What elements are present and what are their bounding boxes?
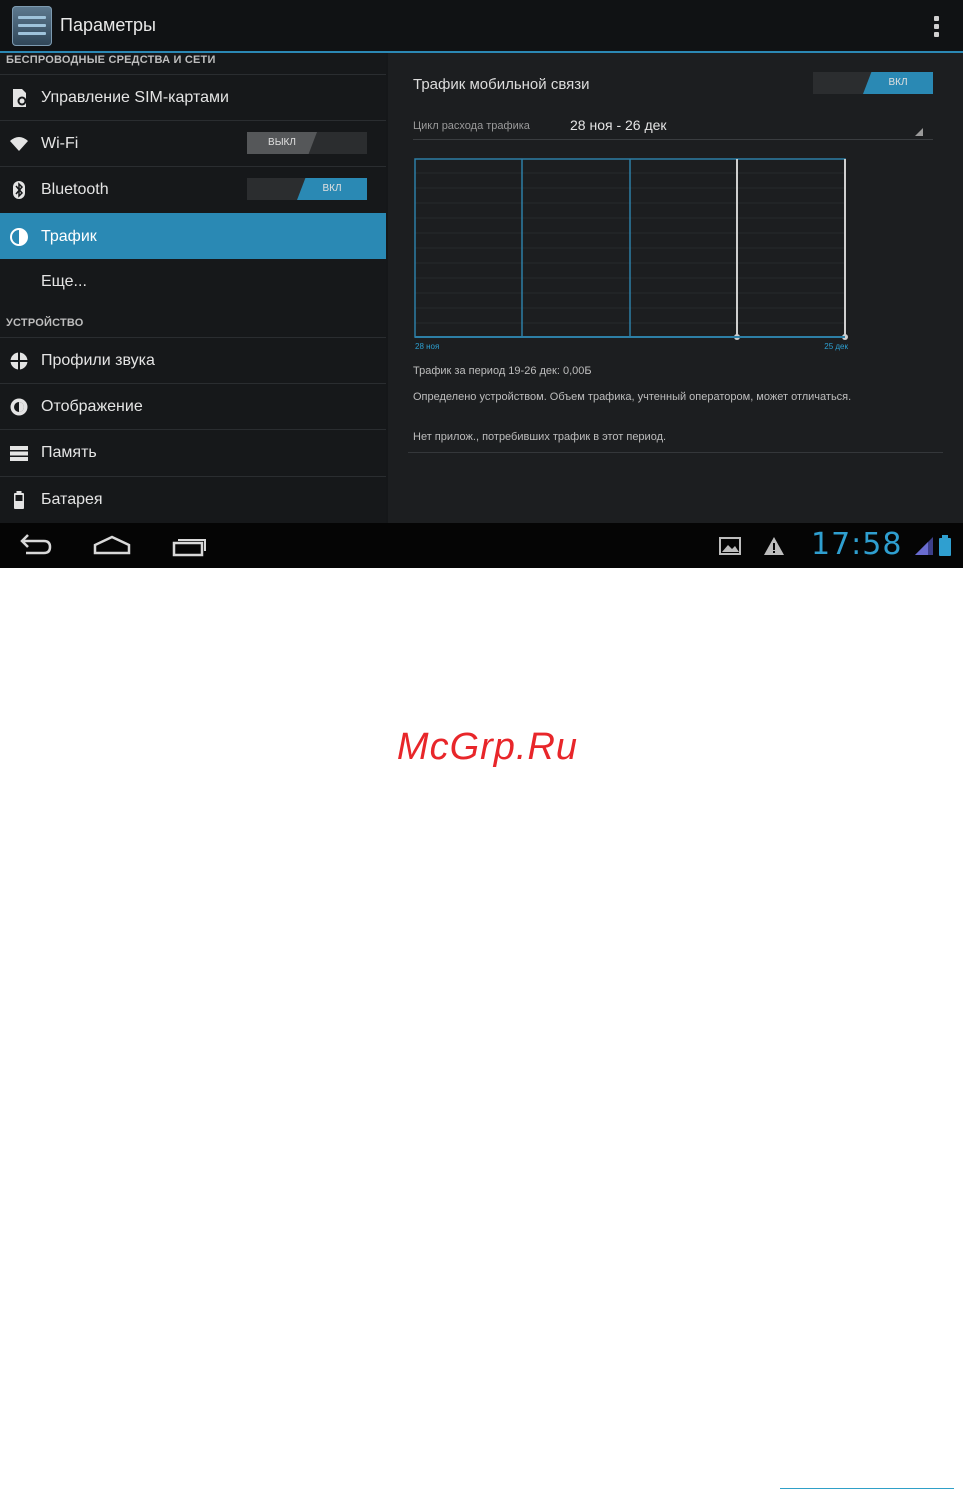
sound-icon	[9, 351, 29, 371]
sidebar-item-label: Wi-Fi	[41, 135, 79, 152]
tablet-screen: Параметры БЕСПРОВОДНЫЕ СРЕДСТВА И СЕТИ У…	[0, 0, 963, 568]
cycle-value: 28 ноя - 26 дек	[570, 117, 667, 133]
settings-app-icon[interactable]	[12, 6, 52, 46]
sidebar-item-bluetooth[interactable]: Bluetooth ВКЛ	[0, 166, 386, 212]
home-icon[interactable]	[89, 531, 135, 559]
battery-icon	[9, 490, 29, 510]
watermark-text: McGrp.Ru	[396, 726, 579, 768]
section-header-wireless: БЕСПРОВОДНЫЕ СРЕДСТВА И СЕТИ	[6, 54, 216, 66]
sidebar-item-label: Память	[41, 444, 97, 461]
battery-status-icon	[938, 535, 952, 562]
sidebar-item-label: Bluetooth	[41, 181, 109, 198]
sidebar-item-label: Еще...	[41, 273, 87, 290]
recents-icon[interactable]	[166, 531, 212, 559]
section-header-device: УСТРОЙСТВО	[6, 317, 84, 329]
cycle-selector[interactable]: Цикл расхода трафика 28 ноя - 26 дек	[413, 115, 933, 140]
back-icon[interactable]	[14, 531, 60, 559]
sidebar-item-traffic[interactable]: Трафик	[0, 213, 386, 259]
storage-icon	[9, 443, 29, 463]
sidebar-item-more[interactable]: Еще...	[0, 259, 386, 304]
dropdown-arrow-icon	[915, 128, 923, 136]
display-icon	[9, 397, 29, 417]
wifi-toggle[interactable]: ВЫКЛ	[247, 132, 367, 154]
sidebar-item-label: Трафик	[41, 228, 97, 245]
chart-x-start-label: 28 ноя	[415, 342, 439, 351]
gallery-icon[interactable]	[719, 537, 741, 560]
bluetooth-toggle-label: ВКЛ	[297, 178, 367, 200]
divider	[408, 452, 943, 453]
clock[interactable]: 17:58	[811, 527, 902, 562]
action-bar: Параметры	[0, 0, 963, 53]
cycle-label: Цикл расхода трафика	[413, 120, 530, 132]
signal-icon	[914, 536, 934, 561]
warning-icon[interactable]	[763, 536, 785, 561]
sim-icon	[9, 88, 29, 108]
sidebar-item-wifi[interactable]: Wi-Fi ВЫКЛ	[0, 120, 386, 166]
sidebar-item-storage[interactable]: Память	[0, 429, 386, 475]
overflow-menu-icon[interactable]	[926, 14, 946, 40]
sidebar-item-battery[interactable]: Батарея	[0, 476, 386, 522]
wifi-icon	[9, 134, 29, 154]
footer-divider	[780, 1488, 954, 1489]
traffic-icon	[9, 227, 29, 247]
mobile-traffic-title: Трафик мобильной связи	[413, 76, 590, 93]
traffic-note: Определено устройством. Объем трафика, у…	[413, 391, 852, 403]
no-apps-text: Нет прилож., потребивших трафик в этот п…	[413, 431, 667, 443]
sidebar-item-label: Батарея	[41, 491, 103, 508]
mobile-traffic-toggle[interactable]: ВКЛ	[813, 72, 933, 94]
sidebar-item-label: Отображение	[41, 398, 143, 415]
traffic-detail-panel: Трафик мобильной связи ВКЛ Цикл расхода …	[388, 53, 963, 523]
bluetooth-toggle[interactable]: ВКЛ	[247, 178, 367, 200]
navigation-bar: 17:58	[0, 523, 963, 568]
chart-x-end-label: 25 дек	[824, 342, 848, 351]
traffic-summary: Трафик за период 19-26 дек: 0,00Б	[413, 365, 592, 377]
bluetooth-icon	[9, 180, 29, 200]
page-title: Параметры	[60, 15, 156, 35]
settings-list: БЕСПРОВОДНЫЕ СРЕДСТВА И СЕТИ Управление …	[0, 53, 386, 523]
sidebar-item-label: Профили звука	[41, 352, 155, 369]
sidebar-item-display[interactable]: Отображение	[0, 383, 386, 429]
mobile-traffic-toggle-label: ВКЛ	[863, 72, 933, 94]
sidebar-item-sound[interactable]: Профили звука	[0, 337, 386, 383]
sidebar-item-sim[interactable]: Управление SIM-картами	[0, 74, 386, 120]
traffic-chart: 28 ноя 25 дек	[414, 158, 848, 351]
sidebar-item-label: Управление SIM-картами	[41, 89, 229, 106]
wifi-toggle-label: ВЫКЛ	[247, 132, 317, 154]
